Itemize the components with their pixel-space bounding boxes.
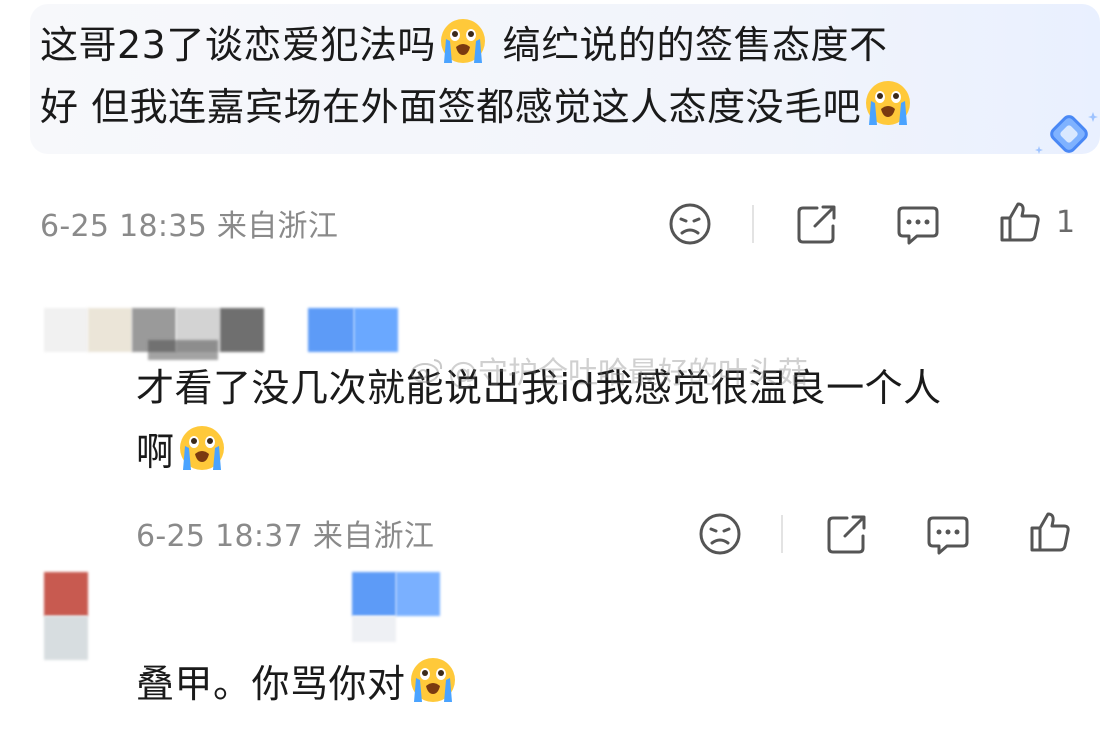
sad-face-icon <box>699 513 741 555</box>
share-icon <box>797 205 836 244</box>
reply2-text: 叠甲。你骂你对 <box>136 652 1036 716</box>
username-blur <box>354 308 398 352</box>
watermark: @守护全吐哈最好的叶头菇 <box>410 348 808 392</box>
main-comment-line1b: 缟纻说的的签售态度不 <box>502 23 888 67</box>
comment-icon <box>927 516 969 555</box>
crying-emoji-icon <box>438 17 488 67</box>
username-blur <box>396 572 440 616</box>
crying-emoji-icon <box>177 424 227 474</box>
comment-button[interactable] <box>925 512 971 556</box>
avatar-blur-segment <box>220 308 264 352</box>
username-blur <box>308 308 354 352</box>
username-blur <box>352 616 396 642</box>
thumbs-up-icon <box>1030 512 1070 552</box>
comment-button[interactable] <box>895 202 941 246</box>
main-comment-meta: 6-25 18:35 来自浙江 <box>40 203 339 244</box>
action-divider <box>781 515 783 553</box>
thumbs-up-icon <box>1000 202 1040 242</box>
dislike-button[interactable] <box>668 202 712 246</box>
main-comment-line2: 好 但我连嘉宾场在外面签都感觉这人态度没毛吧 <box>40 85 862 129</box>
like-button[interactable]: 1 <box>998 200 1075 244</box>
action-divider <box>752 205 754 243</box>
share-button[interactable] <box>795 202 839 246</box>
watermark-text: @守护全吐哈最好的叶头菇 <box>448 356 808 391</box>
share-icon <box>827 515 866 554</box>
like-button[interactable] <box>1028 510 1072 554</box>
crying-emoji-icon <box>408 656 458 706</box>
reply1-meta: 6-25 18:37 来自浙江 <box>136 513 435 554</box>
username-blur <box>352 572 396 616</box>
timestamp: 6-25 18:35 来自浙江 <box>40 209 339 244</box>
comment-icon <box>897 206 939 245</box>
dislike-button[interactable] <box>698 512 742 556</box>
reply2-content: 叠甲。你骂你对 <box>136 662 406 706</box>
main-comment-line1: 这哥23了谈恋爱犯法吗 <box>40 23 436 67</box>
avatar-blur-segment <box>88 308 132 352</box>
like-count: 1 <box>1056 204 1076 240</box>
avatar <box>44 572 88 616</box>
main-comment-text: 这哥23了谈恋爱犯法吗 缟纻说的的签售态度不 好 但我连嘉宾场在外面签都感觉这人… <box>40 14 1040 138</box>
sad-face-icon <box>669 203 711 245</box>
avatar-blur-segment <box>44 616 88 660</box>
diamond-badge-icon <box>1035 112 1098 154</box>
timestamp: 6-25 18:37 来自浙江 <box>136 519 435 554</box>
reply1-line2: 啊 <box>136 430 175 474</box>
avatar <box>44 308 88 352</box>
share-button[interactable] <box>825 512 869 556</box>
crying-emoji-icon <box>863 79 913 129</box>
weibo-logo-icon <box>411 359 443 383</box>
